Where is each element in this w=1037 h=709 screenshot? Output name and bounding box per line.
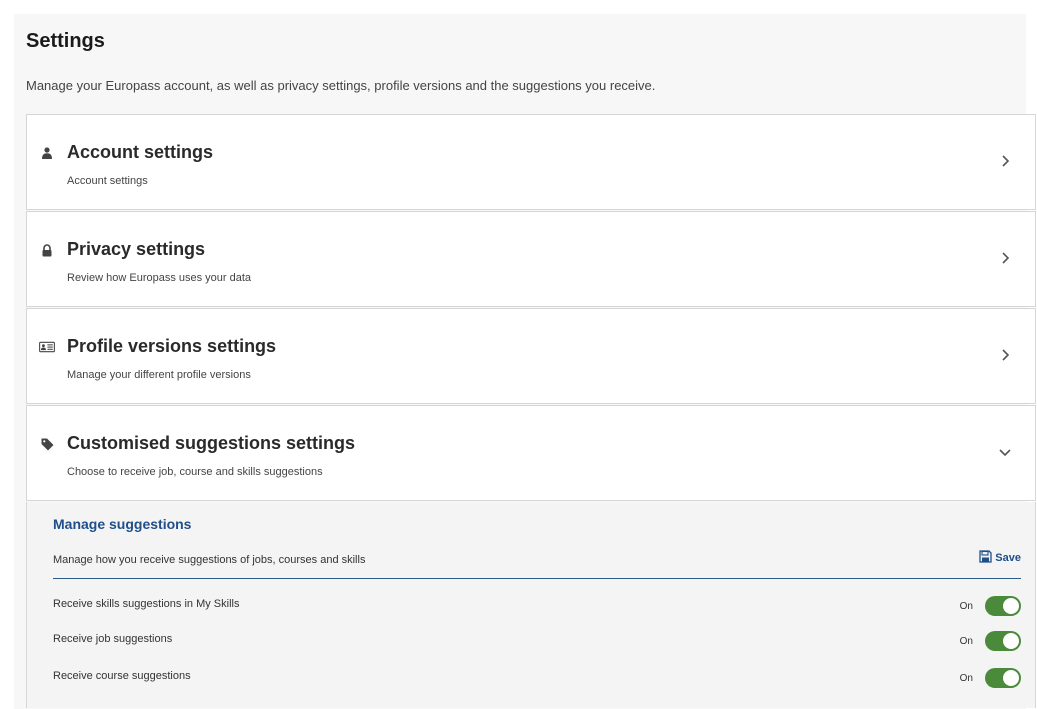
privacy-settings-subtitle: Review how Europass uses your data: [67, 272, 252, 284]
toggle-row-course-suggestions: Receive course suggestions On: [53, 666, 1021, 690]
save-button-label: Save: [995, 552, 1021, 564]
id-card-icon: [39, 339, 55, 355]
manage-suggestions-title: Manage suggestions: [53, 516, 192, 532]
toggle-state-text: On: [959, 673, 973, 684]
account-settings-subtitle: Account settings: [67, 175, 148, 187]
skills-suggestions-toggle[interactable]: [985, 596, 1021, 616]
save-button[interactable]: Save: [979, 550, 1021, 566]
profile-versions-settings-title: Profile versions settings: [67, 336, 277, 356]
privacy-settings-title: Privacy settings: [67, 239, 206, 259]
customised-suggestions-settings-subtitle: Choose to receive job, course and skills…: [67, 466, 323, 478]
toggle-state-text: On: [959, 636, 973, 647]
privacy-settings-panel[interactable]: Privacy settings Review how Europass use…: [26, 211, 1036, 307]
lock-icon: [39, 242, 55, 258]
chevron-right-icon[interactable]: [997, 250, 1013, 266]
profile-versions-settings-panel[interactable]: Profile versions settings Manage your di…: [26, 308, 1036, 404]
customised-suggestions-settings-panel[interactable]: Customised suggestions settings Choose t…: [26, 405, 1036, 501]
toggle-row-skills-suggestions: Receive skills suggestions in My Skills …: [53, 594, 1021, 618]
toggle-knob: [1003, 670, 1019, 686]
account-settings-panel[interactable]: Account settings Account settings: [26, 114, 1036, 210]
chevron-right-icon[interactable]: [997, 347, 1013, 363]
manage-suggestions-section: Manage suggestions Manage how you receiv…: [26, 502, 1036, 708]
page-description: Manage your Europass account, as well as…: [26, 78, 656, 93]
chevron-right-icon[interactable]: [997, 153, 1013, 169]
toggle-label: Receive job suggestions: [53, 633, 173, 645]
settings-content: Settings Manage your Europass account, a…: [14, 14, 1036, 709]
toggle-state-text: On: [959, 601, 973, 612]
chevron-down-icon[interactable]: [997, 444, 1013, 460]
page: Settings Manage your Europass account, a…: [0, 0, 1037, 709]
toggle-knob: [1003, 633, 1019, 649]
save-icon: [979, 550, 992, 566]
account-settings-title: Account settings: [67, 142, 214, 162]
tag-icon: [39, 436, 55, 452]
settings-panel-list: Account settings Account settings Privac…: [26, 114, 1036, 708]
manage-suggestions-description: Manage how you receive suggestions of jo…: [53, 554, 366, 566]
profile-versions-settings-subtitle: Manage your different profile versions: [67, 369, 251, 381]
divider: [53, 578, 1021, 579]
toggle-label: Receive course suggestions: [53, 670, 191, 682]
course-suggestions-toggle[interactable]: [985, 668, 1021, 688]
toggle-row-job-suggestions: Receive job suggestions On: [53, 629, 1021, 653]
toggle-label: Receive skills suggestions in My Skills: [53, 598, 240, 610]
person-icon: [39, 145, 55, 161]
page-title: Settings: [26, 30, 105, 52]
job-suggestions-toggle[interactable]: [985, 631, 1021, 651]
customised-suggestions-settings-title: Customised suggestions settings: [67, 433, 356, 453]
toggle-knob: [1003, 598, 1019, 614]
